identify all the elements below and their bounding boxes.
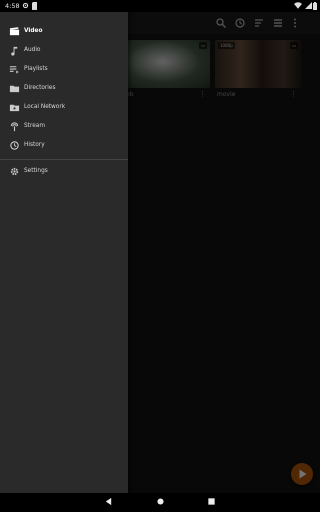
drawer-divider <box>0 159 128 160</box>
status-time: 4:58 <box>5 2 20 10</box>
drawer-item-history[interactable]: History <box>0 136 128 155</box>
video-clapper-icon <box>9 27 20 36</box>
drawer-item-label: Video <box>24 28 43 34</box>
drawer-item-playlists[interactable]: Playlists <box>0 60 128 79</box>
status-bar: 4:58 <box>0 0 320 12</box>
drawer-item-label: Playlists <box>24 66 48 72</box>
drawer-item-label: Audio <box>24 47 41 53</box>
battery-icon <box>313 2 317 10</box>
signal-icon <box>305 2 312 9</box>
playlist-icon <box>9 66 19 74</box>
drawer-item-label: Directories <box>24 85 56 91</box>
history-icon <box>10 141 19 150</box>
system-navigation-bar <box>0 493 320 512</box>
gear-icon <box>10 167 19 176</box>
drawer-item-local-network[interactable]: Local Network <box>0 98 128 117</box>
back-icon[interactable] <box>104 497 113 506</box>
drawer-item-label: Stream <box>24 123 45 129</box>
drawer-item-directories[interactable]: Directories <box>0 79 128 98</box>
folder-icon <box>9 85 20 93</box>
drawer-item-label: History <box>24 142 45 148</box>
home-icon[interactable] <box>156 497 165 506</box>
sd-card-icon <box>32 2 37 10</box>
drawer-item-video[interactable]: Video <box>0 22 128 41</box>
wifi-icon <box>294 2 302 9</box>
music-note-icon <box>11 46 18 56</box>
drawer-item-audio[interactable]: Audio <box>0 41 128 60</box>
drawer-item-stream[interactable]: Stream <box>0 117 128 136</box>
navigation-drawer: Video Audio Playlists Directories Local … <box>0 12 128 493</box>
drawer-item-label: Settings <box>24 168 48 174</box>
recents-icon[interactable] <box>207 497 216 506</box>
network-folder-icon <box>9 104 20 112</box>
drawer-item-label: Local Network <box>24 104 66 110</box>
settings-notification-icon <box>22 2 29 9</box>
drawer-item-settings[interactable]: Settings <box>0 162 128 181</box>
stream-antenna-icon <box>10 122 19 132</box>
